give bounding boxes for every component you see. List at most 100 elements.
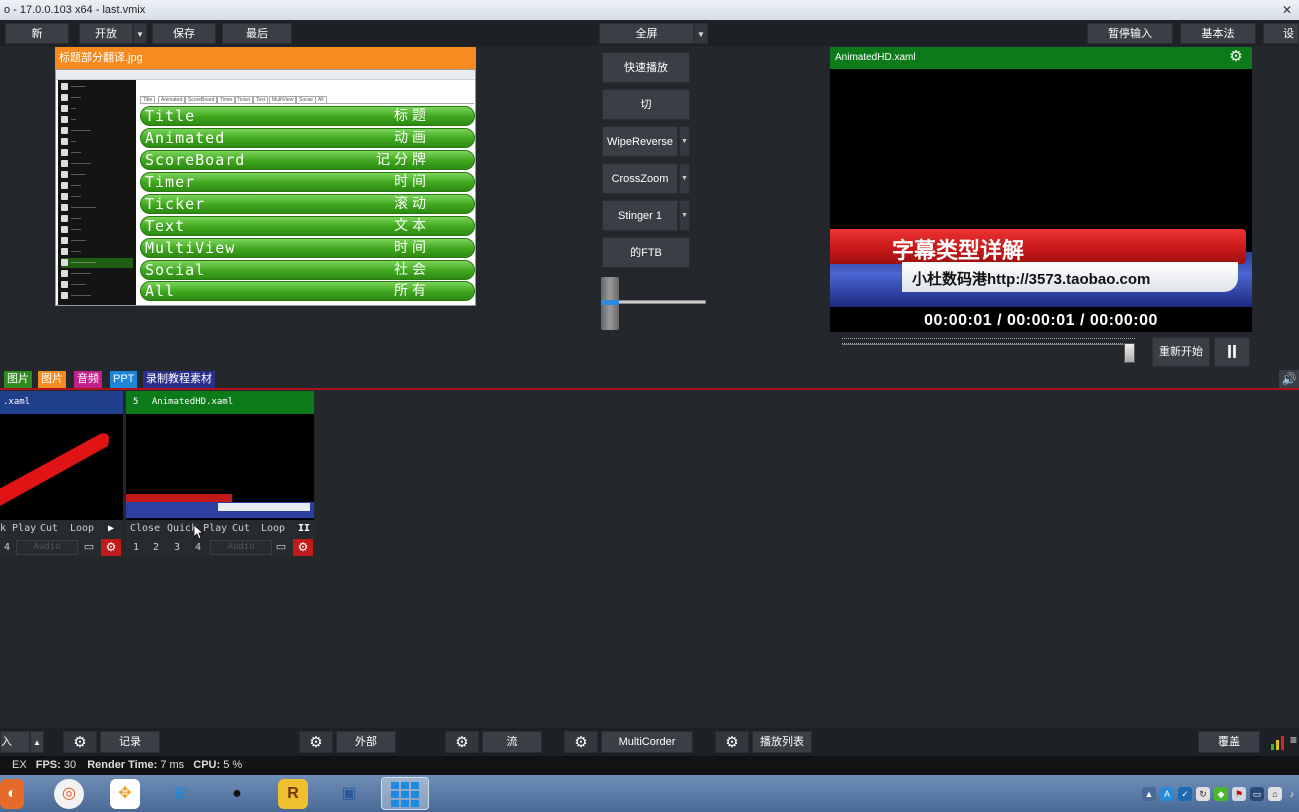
transition-3-button[interactable]: Stinger 1 bbox=[602, 200, 678, 231]
input-2-monitor-icon[interactable]: ▭ bbox=[272, 540, 290, 555]
seek-thumb[interactable] bbox=[1123, 343, 1135, 363]
input-2-overlay-3[interactable]: 3 bbox=[174, 539, 180, 556]
input-2-pause-icon[interactable]: II bbox=[298, 520, 310, 538]
thumb-item: ————— bbox=[61, 203, 133, 213]
record-gear-icon[interactable]: ⚙ bbox=[63, 731, 97, 753]
tray-shield-icon[interactable]: ✓ bbox=[1178, 787, 1192, 801]
audio-meter-icon[interactable] bbox=[1268, 732, 1288, 752]
preview-title-bar[interactable]: 标题部分翻译.jpg bbox=[55, 47, 476, 69]
tray-a-icon[interactable]: A bbox=[1160, 787, 1174, 801]
network-icon[interactable]: ▣ bbox=[334, 779, 364, 809]
app-icon[interactable]: ◐ bbox=[0, 779, 24, 809]
input-2-overlay-1[interactable]: 1 bbox=[133, 539, 139, 556]
quick-play-button[interactable]: 快速播放 bbox=[602, 52, 690, 83]
translation-zh: 记分牌 bbox=[376, 152, 430, 168]
input-1-gear-icon[interactable]: ⚙ bbox=[101, 539, 121, 556]
input-2-cut-button[interactable]: Cut bbox=[232, 520, 250, 538]
tray-refresh-icon[interactable]: ↻ bbox=[1196, 787, 1210, 801]
input-2-audio-button[interactable]: Audio bbox=[210, 540, 272, 555]
restart-button[interactable]: 重新开始 bbox=[1152, 337, 1210, 367]
volume-icon[interactable]: 🔊 bbox=[1279, 370, 1299, 388]
translation-en: MultiView bbox=[145, 239, 236, 257]
category-tab-audio[interactable]: 音频 bbox=[74, 371, 102, 388]
input-2-overlay-4[interactable]: 4 bbox=[195, 539, 201, 556]
thumb-item: ————— bbox=[61, 258, 133, 268]
preview-tab: Social bbox=[296, 96, 316, 104]
transition-3-dropdown-icon[interactable]: ▼ bbox=[679, 200, 690, 231]
translation-zh: 动画 bbox=[394, 130, 430, 146]
playlist-gear-icon[interactable]: ⚙ bbox=[715, 731, 749, 753]
pause-input-button[interactable]: 暂停输入 bbox=[1087, 23, 1173, 44]
input-1-red-banner bbox=[0, 433, 109, 506]
360-icon[interactable]: ◎ bbox=[54, 779, 84, 809]
preview-screen[interactable]: ——— —— — — ———— — —— ———— ——— —— —— ————… bbox=[55, 69, 476, 306]
caption-white-band: 小杜数码港http://3573.taobao.com bbox=[902, 262, 1238, 292]
open-dropdown-icon[interactable]: ▼ bbox=[133, 23, 147, 44]
input-2-loop-button[interactable]: Loop bbox=[261, 520, 285, 538]
input-1-play-button[interactable]: k Play bbox=[0, 520, 36, 538]
input-2-close-button[interactable]: Close bbox=[130, 520, 160, 538]
transition-2-dropdown-icon[interactable]: ▼ bbox=[679, 163, 690, 194]
transition-1-dropdown-icon[interactable]: ▼ bbox=[679, 126, 690, 157]
windows-media-icon[interactable]: ⊞ bbox=[166, 779, 196, 809]
playlist-button[interactable]: 播放列表 bbox=[752, 731, 812, 753]
input-1-cut-button[interactable]: Cut bbox=[40, 520, 58, 538]
fullscreen-dropdown-icon[interactable]: ▼ bbox=[694, 23, 708, 44]
stream-button[interactable]: 流 bbox=[482, 731, 542, 753]
input-1-monitor-icon[interactable]: ▭ bbox=[80, 540, 98, 555]
thumb-item: — bbox=[61, 115, 133, 125]
fullscreen-button[interactable]: 全屏 bbox=[599, 23, 694, 44]
menu-icon[interactable]: ≡ bbox=[1290, 733, 1299, 751]
translation-en: All bbox=[145, 282, 176, 300]
vmix-taskbar-button[interactable] bbox=[381, 777, 429, 810]
tray-volume-icon[interactable]: ♪ bbox=[1285, 787, 1299, 801]
transition-2-button[interactable]: CrossZoom bbox=[602, 163, 678, 194]
overlay-button[interactable]: 覆盖 bbox=[1198, 731, 1260, 753]
open-button[interactable]: 开放 bbox=[79, 23, 133, 44]
last-button[interactable]: 最后 bbox=[222, 23, 292, 44]
input-2-gear-icon[interactable]: ⚙ bbox=[293, 539, 313, 556]
ftb-button[interactable]: 的FTB bbox=[602, 237, 690, 268]
input-1-play-icon[interactable]: ▶ bbox=[108, 520, 114, 538]
cut-button[interactable]: 切 bbox=[602, 89, 690, 120]
stream-gear-icon[interactable]: ⚙ bbox=[445, 731, 479, 753]
pinwheel-icon[interactable]: ✥ bbox=[110, 779, 140, 809]
tray-expand-icon[interactable]: ▲ bbox=[1142, 787, 1156, 801]
input-2-title-bar[interactable]: 5 AnimatedHD.xaml bbox=[126, 391, 314, 414]
external-button[interactable]: 外部 bbox=[336, 731, 396, 753]
input-1-title-bar[interactable]: .xaml bbox=[0, 391, 123, 414]
save-button[interactable]: 保存 bbox=[152, 23, 216, 44]
multicorder-gear-icon[interactable]: ⚙ bbox=[564, 731, 598, 753]
input-1-audio-button[interactable]: Audio bbox=[16, 540, 78, 555]
new-button[interactable]: 新 bbox=[5, 23, 69, 44]
add-input-dropdown-icon[interactable]: ▲ bbox=[30, 731, 44, 753]
pause-button[interactable]: II bbox=[1214, 337, 1250, 367]
input-1-overlay-4[interactable]: 4 bbox=[4, 539, 10, 556]
category-tab-recording[interactable]: 录制教程素材 bbox=[143, 371, 215, 388]
tray-nvidia-icon[interactable]: ◆ bbox=[1214, 787, 1228, 801]
settings-button[interactable]: 设 bbox=[1263, 23, 1299, 44]
input-1-loop-button[interactable]: Loop bbox=[70, 520, 94, 538]
external-gear-icon[interactable]: ⚙ bbox=[299, 731, 333, 753]
qq-icon[interactable]: ● bbox=[222, 779, 252, 809]
category-tab-ppt[interactable]: PPT bbox=[110, 371, 138, 388]
input-2-overlay-2[interactable]: 2 bbox=[153, 539, 159, 556]
input-1-thumbnail[interactable] bbox=[0, 414, 123, 520]
tray-monitor-icon[interactable]: ▭ bbox=[1250, 787, 1264, 801]
tray-flag-icon[interactable]: ⚑ bbox=[1232, 787, 1246, 801]
category-tab-images[interactable]: 图片 bbox=[4, 371, 32, 388]
basic-button[interactable]: 基本法 bbox=[1180, 23, 1256, 44]
record-button[interactable]: 记录 bbox=[100, 731, 160, 753]
transition-1-button[interactable]: WipeReverse bbox=[602, 126, 678, 157]
add-input-button[interactable]: 入 bbox=[0, 731, 30, 753]
preview-tab: ScoreBoard bbox=[185, 96, 218, 104]
multicorder-button[interactable]: MultiCorder bbox=[601, 731, 693, 753]
close-window-icon[interactable]: ✕ bbox=[1275, 0, 1299, 20]
tray-network-icon[interactable]: ⌂ bbox=[1268, 787, 1282, 801]
output-gear-icon[interactable]: ⚙ bbox=[1228, 49, 1244, 65]
translation-row: Social 社会 bbox=[140, 260, 475, 280]
category-tab-images-2[interactable]: 图片 bbox=[38, 371, 66, 388]
r-icon[interactable]: R bbox=[278, 779, 308, 809]
input-2-thumbnail[interactable] bbox=[126, 414, 314, 520]
t-bar-track[interactable] bbox=[618, 300, 706, 304]
